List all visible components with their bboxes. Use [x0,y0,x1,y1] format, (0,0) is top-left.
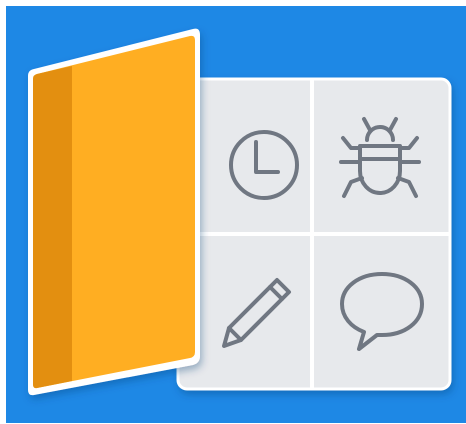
blue-background [6,6,466,423]
door-panel [28,28,200,396]
door-spine [33,66,72,389]
feature-panel-logo [28,28,452,396]
icon-frame [0,0,466,424]
